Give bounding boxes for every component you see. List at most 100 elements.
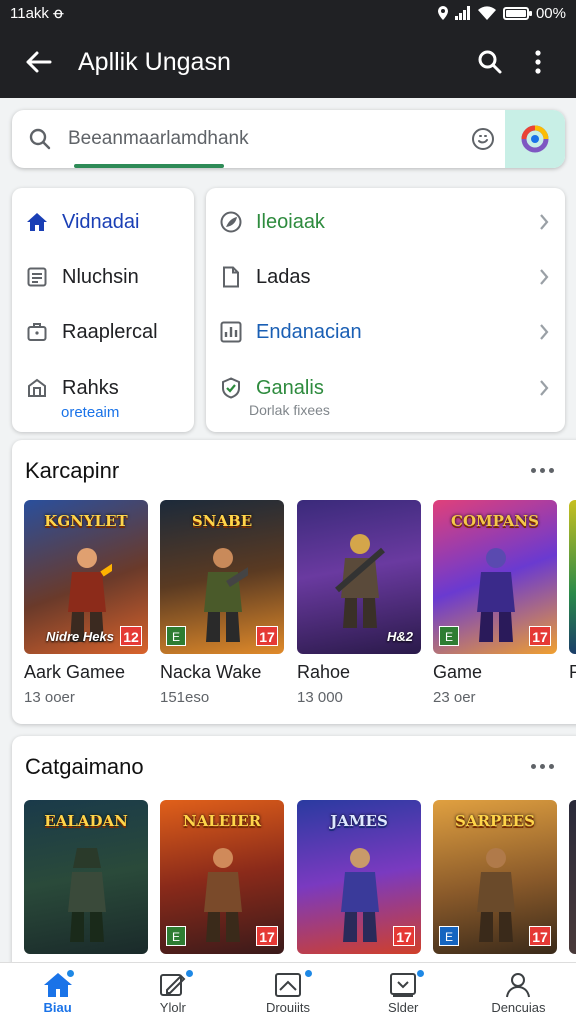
hero-figure [341, 848, 379, 942]
search-focus-indicator [74, 164, 224, 168]
quick-item-label: Raaplercal [62, 320, 158, 343]
arrow-left-icon [26, 51, 52, 73]
esrb-badge: E [166, 926, 186, 946]
quick-item-vidnadai[interactable]: Vidnadai [12, 194, 194, 250]
nav-item-biau[interactable]: Biau [0, 963, 115, 1024]
file-icon [220, 266, 242, 288]
game-tile[interactable]: KGNYLET Nidre Heks 12 Aark Gamee 13 ooer [24, 500, 148, 706]
quick-item-label: Nluchsin [62, 265, 139, 288]
wifi-icon [477, 6, 496, 20]
status-bar: 11akk ꝋ 00% [0, 0, 576, 26]
hero-figure [477, 548, 515, 642]
nav-item-slder[interactable]: Slder [346, 963, 461, 1024]
quick-item-ladas[interactable]: Ladas [206, 249, 565, 305]
game-cover: KGNYLET Nidre Heks 12 [24, 500, 148, 654]
age-rating-badge: 17 [529, 626, 551, 646]
quick-item-label: Ganalis [256, 376, 324, 399]
nav-label: Dencuias [491, 1000, 546, 1015]
quick-menu-left: Vidnadai Nluchsin Raaplercal Rahks orete… [12, 188, 194, 432]
hero-figure [68, 848, 106, 942]
search-input[interactable] [68, 128, 461, 150]
hero-figure [335, 534, 385, 628]
game-meta: 151eso [160, 689, 210, 706]
game-tile[interactable]: NALEIER E 17 [160, 800, 284, 954]
notification-dot [66, 969, 75, 978]
nav-label: Drouiits [265, 1000, 311, 1015]
battery-percent: 00% [535, 4, 566, 22]
nav-item-ylolr[interactable]: Ylolr [115, 963, 230, 1024]
quick-item-raaplercal[interactable]: Raaplercal [12, 304, 194, 360]
section-karcapinr: Karcapinr KGNYLET Nidre Heks 12 Aark Gam… [12, 440, 576, 724]
nav-item-dencuias[interactable]: Dencuias [461, 963, 576, 1024]
esrb-badge: E [166, 626, 186, 646]
quick-item-endanacian[interactable]: Endanacian [206, 304, 565, 360]
shield-icon [220, 377, 242, 399]
notification-dot [185, 969, 195, 978]
game-cover: SARPEES E 17 [433, 800, 557, 954]
location-icon [437, 6, 448, 20]
overflow-menu-button[interactable] [514, 38, 562, 86]
cover-title: SNABE [191, 512, 253, 530]
quick-item-ileoiaak[interactable]: Ileoiaak [206, 194, 565, 250]
voice-search-button[interactable] [461, 126, 505, 152]
quick-item-label: Ladas [256, 265, 311, 288]
battery-icon [502, 6, 532, 20]
game-tile[interactable]: COMPANS E 17 Game 23 oer [433, 500, 557, 706]
quick-item-label: Endanacian [256, 320, 362, 343]
game-cover: JAMES 17 [297, 800, 421, 954]
game-name: Game [433, 662, 483, 682]
game-tile[interactable]: P [569, 500, 576, 682]
inbox-icon [390, 973, 417, 997]
game-cover: NALEIER E 17 [160, 800, 284, 954]
document-icon [26, 266, 48, 288]
hero-figure [477, 848, 515, 942]
section-title: Catgaimano [25, 754, 144, 779]
cover-title: NALEIER [182, 812, 262, 830]
lens-icon [521, 125, 549, 153]
more-vert-icon [535, 50, 541, 74]
nav-label: Ylolr [159, 1000, 186, 1015]
nav-item-drouiits[interactable]: Drouiits [230, 963, 345, 1024]
game-name: P [569, 662, 576, 682]
game-meta: 13 ooer [24, 689, 75, 706]
chevron-right-icon [540, 324, 549, 340]
quick-item-nluchsin[interactable]: Nluchsin [12, 249, 194, 305]
quick-menu-right: Ileoiaak Ladas Endanacian Ganalis Dorlak… [206, 188, 565, 432]
chevron-right-icon [540, 269, 549, 285]
section-title: Karcapinr [25, 458, 120, 483]
status-time: 11akk ꝋ [10, 5, 64, 22]
age-rating-badge: 17 [393, 926, 415, 946]
game-tile[interactable]: SNABE E 17 Nacka Wake 151eso [160, 500, 284, 706]
cover-title: COMPANS [451, 512, 539, 530]
game-meta: 13 000 [297, 689, 343, 706]
game-cover [569, 500, 576, 654]
esrb-badge: E [439, 626, 459, 646]
game-tile[interactable]: H&2 Rahoe 13 000 [297, 500, 421, 706]
app-bar: Apllik Ungasn [0, 26, 576, 98]
age-rating-badge: 17 [256, 626, 278, 646]
bottom-navigation: Biau Ylolr Drouiits Slder Dencuias [0, 962, 576, 1024]
notification-dot [304, 969, 314, 978]
quick-item-sublabel: oreteaim [61, 404, 120, 421]
more-options-button[interactable] [524, 752, 560, 780]
quick-item-label: Vidnadai [62, 210, 140, 233]
game-tile[interactable]: JAMES 17 [297, 800, 421, 954]
game-cover: H&2 [297, 500, 421, 654]
search-button[interactable] [466, 38, 514, 86]
more-options-button[interactable] [524, 456, 560, 484]
notification-dot [415, 969, 425, 978]
person-icon [506, 973, 531, 998]
game-tile[interactable] [569, 800, 576, 954]
game-cover [569, 800, 576, 954]
cover-title: EALADAN [44, 812, 128, 830]
search-field-icon [12, 127, 68, 151]
game-tile[interactable]: SARPEES E 17 [433, 800, 557, 954]
game-tile[interactable]: EALADAN [24, 800, 148, 954]
game-name: Aark Gamee [24, 662, 126, 682]
lens-button[interactable] [505, 110, 565, 168]
nav-label: Slder [388, 1000, 419, 1015]
chevron-right-icon [540, 380, 549, 396]
nav-label: Biau [43, 1000, 72, 1015]
back-button[interactable] [14, 38, 62, 86]
age-rating-badge: 17 [256, 926, 278, 946]
